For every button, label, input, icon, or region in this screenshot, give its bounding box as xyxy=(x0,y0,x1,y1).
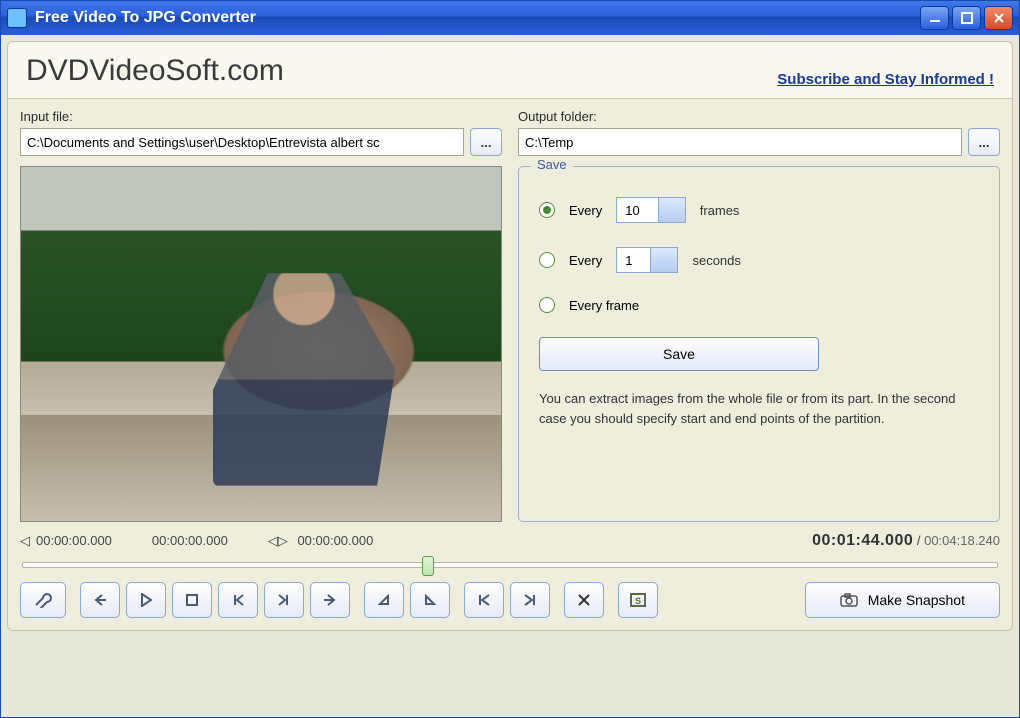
marker-start: ◁00:00:00.000 xyxy=(20,533,112,549)
input-file-section: Input file: ... xyxy=(20,109,502,156)
radio-every-frames-label: Every xyxy=(569,203,602,218)
output-browse-button[interactable]: ... xyxy=(968,128,1000,156)
jump-start-button[interactable] xyxy=(464,582,504,618)
save-button[interactable]: Save xyxy=(539,337,819,371)
time-total: 00:04:18.240 xyxy=(924,533,1000,548)
frames-combo-value: 10 xyxy=(617,203,657,218)
client-area: DVDVideoSoft.com Subscribe and Stay Info… xyxy=(1,35,1019,717)
prev-button[interactable] xyxy=(80,582,120,618)
video-preview xyxy=(20,166,502,522)
output-folder-label: Output folder: xyxy=(518,109,1000,124)
svg-text:S: S xyxy=(635,596,641,606)
radio-every-frame-label: Every frame xyxy=(569,298,639,313)
io-row: Input file: ... Output folder: ... xyxy=(20,109,1000,156)
next-button[interactable] xyxy=(310,582,350,618)
close-button[interactable] xyxy=(984,6,1013,30)
wrench-icon xyxy=(33,592,53,608)
x-icon xyxy=(577,593,591,607)
marker-range: ◁▷ 00:00:00.000 xyxy=(268,533,374,549)
jump-end-button[interactable] xyxy=(510,582,550,618)
triangle-right-icon xyxy=(423,593,437,607)
chevron-down-icon xyxy=(658,198,685,222)
main-panel: Input file: ... Output folder: ... xyxy=(7,98,1013,631)
output-folder-section: Output folder: ... xyxy=(518,109,1000,156)
input-file-field[interactable] xyxy=(20,128,464,156)
time-display: 00:01:44.000 / 00:04:18.240 xyxy=(812,532,1000,550)
time-current: 00:01:44.000 xyxy=(812,532,913,549)
seek-thumb[interactable] xyxy=(422,556,434,576)
stop-button[interactable] xyxy=(172,582,212,618)
input-browse-button[interactable]: ... xyxy=(470,128,502,156)
chevron-down-icon xyxy=(650,248,677,272)
camera-icon xyxy=(840,593,858,607)
radio-every-frame[interactable] xyxy=(539,297,555,313)
frame-back-button[interactable] xyxy=(218,582,258,618)
arrow-left-icon xyxy=(93,593,107,607)
input-file-label: Input file: xyxy=(20,109,502,124)
settings-button[interactable] xyxy=(20,582,66,618)
seconds-combo[interactable]: 1 xyxy=(616,247,678,273)
radio-every-seconds[interactable] xyxy=(539,252,555,268)
maximize-button[interactable] xyxy=(952,6,981,30)
step-forward-icon xyxy=(277,593,291,607)
goto-end-icon xyxy=(522,593,538,607)
frame-icon: S xyxy=(629,592,647,608)
seek-track xyxy=(22,562,998,568)
window-title: Free Video To JPG Converter xyxy=(35,9,917,27)
opt-every-seconds: Every 1 seconds xyxy=(539,247,979,273)
goto-start-icon xyxy=(476,593,492,607)
minimize-button[interactable] xyxy=(920,6,949,30)
save-legend: Save xyxy=(531,157,573,172)
marker-mid: 00:00:00.000 xyxy=(152,533,228,549)
frames-unit: frames xyxy=(700,203,740,218)
make-snapshot-button[interactable]: Make Snapshot xyxy=(805,582,1000,618)
frame-forward-button[interactable] xyxy=(264,582,304,618)
controls-row: S Make Snapshot xyxy=(20,582,1000,618)
radio-every-frames[interactable] xyxy=(539,202,555,218)
app-icon xyxy=(7,8,27,28)
frames-combo[interactable]: 10 xyxy=(616,197,685,223)
step-back-icon xyxy=(231,593,245,607)
save-hint: You can extract images from the whole fi… xyxy=(539,389,979,428)
timeline-labels: ◁00:00:00.000 00:00:00.000 ◁▷ 00:00:00.0… xyxy=(20,532,1000,550)
mark-out-button[interactable] xyxy=(410,582,450,618)
triangle-pair-icon: ◁▷ xyxy=(268,533,288,548)
titlebar: Free Video To JPG Converter xyxy=(1,1,1019,35)
header: DVDVideoSoft.com Subscribe and Stay Info… xyxy=(7,41,1013,98)
seconds-combo-value: 1 xyxy=(617,253,650,268)
radio-every-seconds-label: Every xyxy=(569,253,602,268)
stop-icon xyxy=(186,594,198,606)
opt-every-frame: Every frame xyxy=(539,297,979,313)
arrow-right-icon xyxy=(323,593,337,607)
seek-slider[interactable] xyxy=(22,562,998,568)
subscribe-link[interactable]: Subscribe and Stay Informed ! xyxy=(777,71,994,88)
mark-in-button[interactable] xyxy=(364,582,404,618)
brand-label: DVDVideoSoft.com xyxy=(26,54,284,88)
triangle-left-icon: ◁ xyxy=(20,533,30,548)
seconds-unit: seconds xyxy=(692,253,740,268)
opt-every-frames: Every 10 frames xyxy=(539,197,979,223)
snapshot-icon-button[interactable]: S xyxy=(618,582,658,618)
output-folder-field[interactable] xyxy=(518,128,962,156)
save-group: Save Every 10 frames xyxy=(518,166,1000,522)
clear-marks-button[interactable] xyxy=(564,582,604,618)
app-window: Free Video To JPG Converter DVDVideoSoft… xyxy=(0,0,1020,718)
make-snapshot-label: Make Snapshot xyxy=(868,592,965,608)
triangle-left-icon xyxy=(377,593,391,607)
play-icon xyxy=(140,593,152,607)
play-button[interactable] xyxy=(126,582,166,618)
